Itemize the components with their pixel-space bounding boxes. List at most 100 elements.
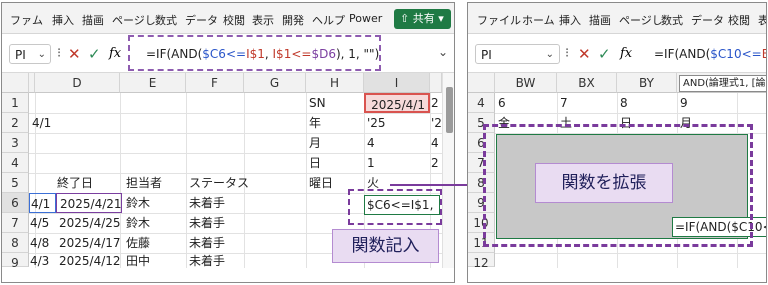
tab-page-layout[interactable]: ページし — [112, 12, 156, 28]
scrollbar-thumb[interactable] — [446, 87, 453, 133]
tab-draw[interactable]: 描画 — [82, 12, 104, 28]
tab-formulas[interactable]: 数式 — [155, 12, 177, 28]
tab-data[interactable]: データ — [185, 12, 218, 28]
column-header-f[interactable]: F — [186, 73, 244, 93]
share-button[interactable]: ⇧ 共有 ▾ — [394, 9, 451, 29]
tab-view[interactable]: 表 — [758, 12, 766, 28]
cell-bw4[interactable]: 6 — [495, 93, 557, 113]
tab-insert[interactable]: 挿入 — [52, 12, 74, 28]
vertical-scrollbar[interactable] — [442, 73, 454, 268]
cell-c7[interactable]: 4/5 — [29, 213, 56, 233]
column-header-bw[interactable]: BW — [495, 73, 557, 93]
cell-i4[interactable]: 1 — [364, 153, 430, 173]
tab-file[interactable]: ファム — [10, 12, 43, 28]
row-header-1[interactable]: 1 — [2, 93, 29, 113]
cell-bx4[interactable]: 7 — [557, 93, 617, 113]
row-header-5[interactable]: 5 — [2, 173, 29, 193]
select-all-corner[interactable] — [2, 73, 29, 93]
cell-e7[interactable]: 鈴木 — [123, 213, 186, 233]
expand-formula-icon[interactable]: ⌄ — [438, 44, 448, 60]
cell-j3[interactable]: 4 — [430, 133, 442, 153]
tab-developer[interactable]: 開発 — [282, 12, 304, 28]
row-header-3[interactable]: 3 — [2, 133, 29, 153]
cell-j4[interactable]: 2 — [430, 153, 442, 173]
cell-h3[interactable]: 月 — [306, 133, 364, 153]
row-header-6[interactable]: 6 — [2, 193, 29, 213]
cancel-icon[interactable]: ✕ — [68, 46, 81, 62]
cell-d7[interactable]: 2025/4/25 — [56, 213, 122, 233]
tab-page-layout[interactable]: ページし — [619, 12, 663, 28]
column-header-e[interactable]: E — [120, 73, 186, 93]
tab-power[interactable]: Power — [349, 12, 382, 25]
cell-d5[interactable]: 終了日 — [54, 173, 120, 193]
cell-c6[interactable]: 4/1 — [29, 193, 56, 213]
function-fx-icon[interactable]: fx — [109, 46, 121, 62]
formula-part: , — [264, 47, 273, 61]
chevron-down-icon: ▾ — [434, 12, 444, 25]
row-header-9[interactable]: 9 — [2, 253, 29, 270]
tab-draw[interactable]: 描画 — [589, 12, 611, 28]
cell-c2[interactable]: 4/1 — [29, 113, 64, 133]
cell-bz4[interactable]: 9 — [677, 93, 737, 113]
select-all-corner[interactable] — [468, 73, 495, 93]
name-box[interactable]: PI ⌄ — [475, 44, 560, 64]
column-header-bx[interactable]: BX — [557, 73, 617, 93]
column-header-g[interactable]: G — [244, 73, 306, 93]
cell-h2[interactable]: 年 — [306, 113, 364, 133]
cell-e8[interactable]: 佐藤 — [123, 233, 186, 253]
formula-input[interactable]: =IF(AND($C10<=B — [654, 47, 766, 61]
function-fx-icon[interactable]: fx — [620, 46, 632, 62]
tab-home[interactable]: ホーム — [522, 12, 555, 28]
tab-review[interactable]: 校閲 — [728, 12, 750, 28]
cell-j1[interactable]: 2 — [430, 93, 442, 113]
cell-j2[interactable]: '2 — [430, 113, 442, 133]
cancel-icon[interactable]: ✕ — [578, 46, 591, 62]
cell-d9[interactable]: 2025/4/12 — [56, 253, 122, 267]
cell-by4[interactable]: 8 — [617, 93, 677, 113]
name-box-value: PI — [481, 48, 492, 62]
cell-i6-editing[interactable]: $C6<=I$1, — [364, 195, 440, 215]
cell-h4[interactable]: 日 — [306, 153, 364, 173]
tab-help[interactable]: ヘルプ — [312, 12, 345, 28]
row-header-4[interactable]: 4 — [2, 153, 29, 173]
cell-h1[interactable]: SN — [306, 93, 364, 113]
cell-e5[interactable]: 担当者 — [123, 173, 186, 193]
tab-file[interactable]: ファイル — [477, 12, 521, 28]
formula-ref-c6: $C6<= — [202, 47, 247, 61]
cell-f5[interactable]: ステータス — [186, 173, 266, 193]
cell-f8[interactable]: 未着手 — [186, 233, 244, 253]
column-header-d[interactable]: D — [35, 73, 120, 93]
tab-review[interactable]: 校閲 — [223, 12, 245, 28]
column-header[interactable] — [430, 73, 442, 93]
row-header-12[interactable]: 12 — [468, 253, 495, 270]
cell-c9[interactable]: 4/3 — [29, 253, 56, 267]
cell-i1[interactable]: 2025/4/1 — [364, 93, 430, 113]
tab-formulas[interactable]: 数式 — [661, 12, 683, 28]
cell-e6[interactable]: 鈴木 — [123, 193, 186, 213]
cell-i3[interactable]: 4 — [364, 133, 430, 153]
cell-e9[interactable]: 田中 — [123, 253, 186, 267]
row-header-4[interactable]: 4 — [468, 93, 495, 113]
tab-view[interactable]: 表示 — [252, 12, 274, 28]
cell-d6[interactable]: 2025/4/21 — [56, 193, 122, 213]
cell-f7[interactable]: 未着手 — [186, 213, 244, 233]
cell-f9[interactable]: 未着手 — [186, 253, 244, 267]
tab-insert[interactable]: 挿入 — [559, 12, 581, 28]
column-header-by[interactable]: BY — [617, 73, 677, 93]
formula-input[interactable]: =IF(AND($C6<=I$1, I$1<=$D6), 1, "") — [146, 47, 379, 61]
enter-check-icon[interactable]: ✓ — [598, 46, 611, 62]
column-header-i[interactable]: I — [364, 73, 430, 93]
cell-f6[interactable]: 未着手 — [186, 193, 244, 213]
row-header-8[interactable]: 8 — [2, 233, 29, 253]
cell-c8[interactable]: 4/8 — [29, 233, 56, 253]
cell-d8[interactable]: 2025/4/17 — [56, 233, 122, 253]
formula-part: =IF(AND( — [146, 47, 203, 61]
row-header-2[interactable]: 2 — [2, 113, 29, 133]
tab-data[interactable]: データ — [691, 12, 724, 28]
enter-check-icon[interactable]: ✓ — [88, 46, 101, 62]
column-header-h[interactable]: H — [306, 73, 364, 93]
share-icon: ⇧ — [400, 12, 413, 25]
cell-i2[interactable]: '25 — [364, 113, 430, 133]
name-box[interactable]: PI ⌄ — [9, 44, 51, 64]
row-header-7[interactable]: 7 — [2, 213, 29, 233]
